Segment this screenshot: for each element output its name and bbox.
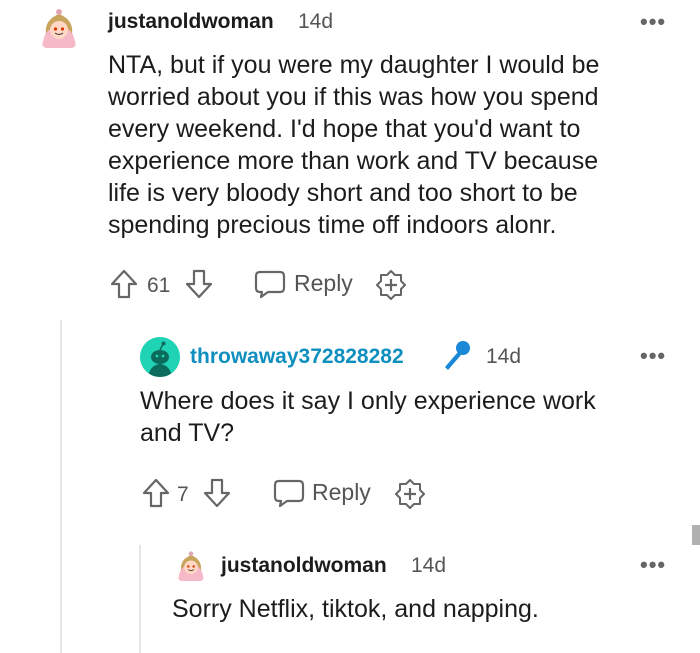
downvote-icon <box>185 269 213 299</box>
avatar[interactable] <box>34 2 84 52</box>
reply-button[interactable]: Reply <box>254 268 364 300</box>
comment-body: Where does it say I only experience work… <box>140 385 680 449</box>
chat-bubble-icon <box>273 479 305 508</box>
more-options-button[interactable]: ••• <box>640 552 666 578</box>
comment-body: NTA, but if you were my daughter I would… <box>108 49 688 241</box>
downvote-button[interactable] <box>185 269 213 299</box>
upvote-icon <box>142 478 170 508</box>
comment-age[interactable]: 14d <box>298 10 333 34</box>
downvote-icon <box>203 478 231 508</box>
avatar[interactable] <box>172 546 210 584</box>
scrollbar-thumb[interactable] <box>692 525 700 545</box>
downvote-button[interactable] <box>203 478 231 508</box>
comment-text-line: spending precious time off indoors alonr… <box>108 211 557 239</box>
microphone-badge <box>440 339 472 373</box>
thread-line[interactable] <box>139 545 141 653</box>
chat-bubble-icon <box>254 270 286 299</box>
snoo-avatar-icon <box>140 337 180 377</box>
comment-text-line: NTA, but if you were my daughter I would… <box>108 51 600 79</box>
grandma-avatar-icon <box>172 546 210 584</box>
comment-text-line: Where does it say I only experience work <box>140 387 596 415</box>
award-button[interactable] <box>394 478 426 510</box>
comment-text-line: Sorry Netflix, tiktok, and napping. <box>172 595 539 623</box>
comment-text-line: and TV? <box>140 419 235 447</box>
comment-text-line: experience more than work and TV because <box>108 147 599 175</box>
award-icon <box>376 270 406 300</box>
comment-username[interactable]: throwaway372828282 <box>190 345 404 369</box>
more-options-button[interactable]: ••• <box>640 343 666 369</box>
more-options-button[interactable]: ••• <box>640 9 666 35</box>
vote-count: 7 <box>177 483 189 506</box>
reply-button[interactable]: Reply <box>273 477 383 509</box>
microphone-icon <box>445 341 470 370</box>
vote-count: 61 <box>147 274 171 297</box>
thread-line[interactable] <box>60 320 62 653</box>
grandma-avatar-icon <box>34 2 84 52</box>
award-button[interactable] <box>375 269 407 301</box>
comment-body: Sorry Netflix, tiktok, and napping. <box>172 593 672 625</box>
award-icon <box>395 479 425 509</box>
comment-age[interactable]: 14d <box>411 554 446 578</box>
avatar[interactable] <box>140 337 180 377</box>
comment-text-line: worried about you if this was how you sp… <box>108 83 599 111</box>
upvote-icon <box>110 269 138 299</box>
upvote-button[interactable] <box>142 478 170 508</box>
comment-username[interactable]: justanoldwoman <box>221 554 387 578</box>
comment-age[interactable]: 14d <box>486 345 521 369</box>
upvote-button[interactable] <box>110 269 138 299</box>
comment-text-line: every weekend. I'd hope that you'd want … <box>108 115 581 143</box>
reply-label: Reply <box>294 270 353 296</box>
reply-label: Reply <box>312 479 371 505</box>
comment-text-line: life is very bloody short and too short … <box>108 179 578 207</box>
comment-username[interactable]: justanoldwoman <box>108 10 274 34</box>
